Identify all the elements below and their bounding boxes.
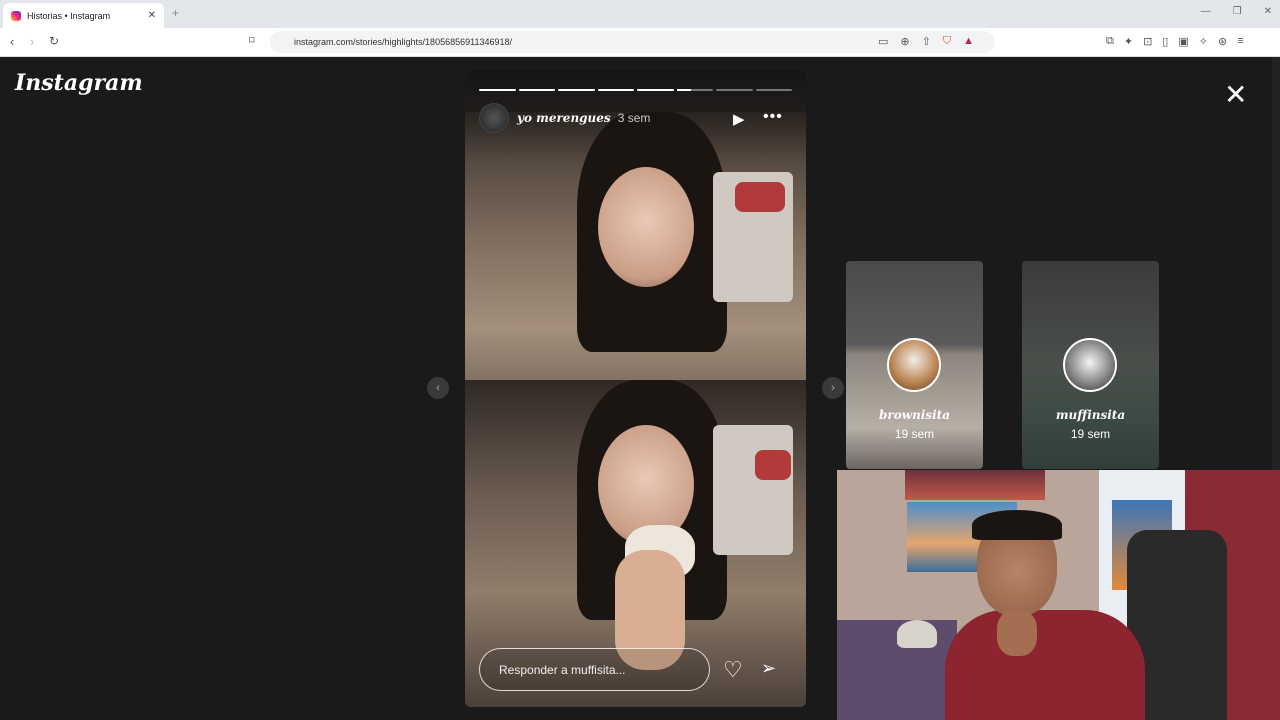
next-story-card-muffinsita[interactable]: muffinsita 19 sem [1022, 261, 1159, 469]
chevron-left-icon: ‹ [436, 382, 440, 394]
next-story-button[interactable]: › [822, 377, 844, 399]
story-progress-segment [637, 89, 674, 91]
window-controls: — ❐ ✕ [1201, 6, 1272, 17]
shield-icon[interactable]: ⛉ [943, 35, 951, 48]
more-icon[interactable]: ••• [763, 108, 783, 126]
menu-icon[interactable]: ≡ [1237, 35, 1243, 48]
window-close-icon[interactable]: ✕ [1264, 6, 1272, 17]
rewards-icon[interactable]: ▲ [963, 35, 974, 48]
story-progress-segment [597, 89, 634, 91]
extension-icons: ⧉ ✦ ⊡ ▯ ▣ ✧ ⊛ ≡ [1106, 35, 1244, 48]
puzzle-icon[interactable]: ✦ [1124, 35, 1133, 48]
story-progress [479, 89, 792, 91]
tab-title: Historias • Instagram [27, 10, 111, 21]
cast-icon[interactable]: ▭ [878, 35, 888, 48]
story-username[interactable]: yo merengues [517, 111, 611, 125]
screenshot-icon[interactable]: ⊡ [1143, 35, 1152, 48]
avatar[interactable] [479, 103, 509, 133]
browser-tab-bar: Historias • Instagram ✕ + — ❐ ✕ [0, 0, 1280, 28]
avatar [887, 338, 941, 392]
wallet-icon[interactable]: ▣ [1178, 35, 1188, 48]
story-progress-segment [518, 89, 555, 91]
story-header: yo merengues 3 sem [479, 103, 650, 133]
maximize-icon[interactable]: ❐ [1233, 6, 1242, 17]
share-icon[interactable]: ⇧ [922, 35, 931, 48]
forward-icon[interactable]: › [30, 34, 34, 49]
reload-icon[interactable]: ↻ [49, 34, 59, 48]
url-actions: ▭ ⊕ ⇧ ⛉ ▲ [878, 35, 974, 48]
browser-tab[interactable]: Historias • Instagram ✕ [3, 3, 164, 28]
next-story-name: brownisita [879, 408, 950, 422]
avatar [1063, 338, 1117, 392]
instagram-favicon-icon [11, 10, 21, 21]
minimize-icon[interactable]: — [1201, 6, 1211, 17]
send-icon[interactable]: ➢ [761, 658, 776, 679]
zoom-icon[interactable]: ⊕ [900, 35, 909, 48]
vpn-icon[interactable]: ⊛ [1218, 35, 1227, 48]
tab-close-icon[interactable]: ✕ [148, 10, 156, 21]
story-time: 3 sem [617, 111, 651, 125]
new-tab-button[interactable]: + [172, 6, 179, 20]
next-story-time: 19 sem [894, 427, 935, 441]
webcam-overlay [837, 470, 1280, 720]
heart-icon[interactable]: ♡ [723, 657, 743, 683]
story-progress-segment [716, 89, 753, 91]
story-progress-segment [479, 89, 516, 91]
instagram-logo[interactable]: Instagram [15, 70, 143, 96]
chevron-right-icon: › [831, 382, 835, 394]
bookmark-icon[interactable]: ⌑ [249, 34, 255, 47]
close-icon[interactable]: ✕ [1224, 78, 1247, 111]
next-story-card-brownisita[interactable]: brownisita 19 sem [846, 261, 983, 469]
url-text: instagram.com/stories/highlights/1805685… [294, 37, 512, 47]
story-card[interactable]: yo merengues 3 sem ▶ ••• ♡ ➢ [465, 70, 806, 707]
story-progress-segment [676, 89, 713, 91]
prev-story-button[interactable]: ‹ [427, 377, 449, 399]
next-story-name: muffinsita [1055, 408, 1126, 422]
next-story-time: 19 sem [1070, 427, 1111, 441]
sidebar-icon[interactable]: ▯ [1162, 35, 1168, 48]
story-progress-segment [558, 89, 595, 91]
extension-icon[interactable]: ⧉ [1106, 35, 1114, 48]
address-bar: ‹ › ↻ ⌑ instagram.com/stories/highlights… [0, 28, 1280, 57]
reply-input[interactable] [479, 648, 710, 691]
play-icon[interactable]: ▶ [733, 110, 745, 128]
leo-icon[interactable]: ✧ [1199, 35, 1208, 48]
story-progress-segment [755, 89, 792, 91]
back-icon[interactable]: ‹ [10, 34, 14, 49]
